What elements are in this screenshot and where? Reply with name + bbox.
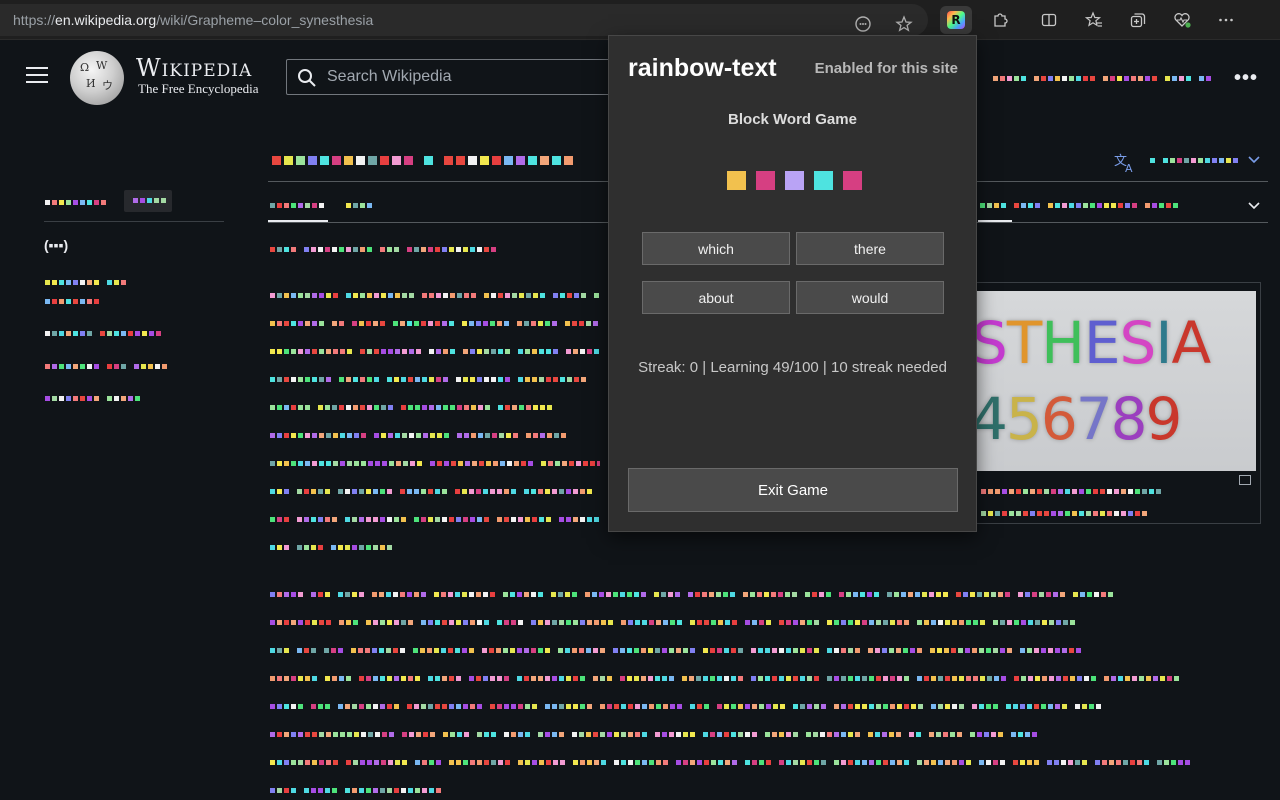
paragraph-line: [270, 785, 443, 797]
browser-toolbar: https://en.wikipedia.org/wiki/Grapheme–c…: [0, 0, 1280, 40]
choice-button-4[interactable]: would: [796, 281, 944, 314]
enlarge-image-icon[interactable]: [1239, 475, 1251, 485]
site-status-label[interactable]: Enabled for this site: [815, 60, 958, 77]
toc-item[interactable]: [45, 328, 163, 340]
paragraph-line: [270, 542, 394, 554]
paragraph-line: [270, 430, 568, 442]
search-icon: [298, 69, 316, 87]
choice-button-1[interactable]: which: [642, 232, 790, 265]
choice-button-2[interactable]: there: [796, 232, 944, 265]
paragraph-line: [270, 374, 588, 386]
toc-item-top[interactable]: (▪▪▪): [44, 237, 68, 253]
site-info-icon[interactable]: [851, 12, 875, 36]
language-translate-icon[interactable]: 文A: [1114, 151, 1138, 173]
url-host: en.wikipedia.org: [55, 12, 157, 28]
languages-button[interactable]: [1150, 155, 1240, 167]
paragraph-line: [270, 346, 600, 358]
toc-item[interactable]: [45, 296, 101, 308]
color-block-letter: [814, 171, 833, 190]
paragraph-line: [270, 318, 600, 330]
paragraph-line: [270, 757, 1192, 769]
paragraph-line: [270, 729, 1039, 741]
paragraph-line: [270, 673, 1181, 685]
browser-essentials-icon[interactable]: [1170, 8, 1194, 32]
toc-heading: [45, 197, 108, 209]
tab-talk[interactable]: [346, 200, 374, 212]
paragraph-line: [270, 486, 594, 498]
rainbow-text-extension-icon[interactable]: R: [940, 6, 972, 34]
color-block-letter: [727, 171, 746, 190]
header-user-links[interactable]: [993, 73, 1213, 85]
infobox-image-letters: STHESIA: [977, 309, 1211, 377]
page-title: [272, 155, 576, 167]
color-block-letter: [843, 171, 862, 190]
toc-hide-button[interactable]: [124, 190, 172, 212]
menu-more-icon[interactable]: [1214, 8, 1238, 32]
toc-item[interactable]: [45, 277, 128, 289]
url-path: /wiki/Grapheme–color_synesthesia: [156, 12, 374, 28]
paragraph-line: [270, 589, 1115, 601]
wikipedia-wordmark[interactable]: Wikipedia: [136, 54, 252, 82]
search-input[interactable]: [327, 67, 607, 87]
paragraph-line: [270, 244, 498, 256]
search-box[interactable]: [286, 59, 616, 95]
infobox: STHESIA 456789: [976, 282, 1261, 524]
color-block-letter: [785, 171, 804, 190]
color-block-word: [727, 171, 862, 190]
extension-title: rainbow-text: [628, 54, 777, 82]
toc-divider: [44, 221, 224, 222]
wikipedia-globe-logo[interactable]: ΩWИウ: [70, 51, 124, 105]
svg-text:A: A: [1125, 162, 1133, 173]
favorite-star-icon[interactable]: [892, 12, 916, 36]
game-stats: Streak: 0 | Learning 49/100 | 10 streak …: [638, 359, 947, 376]
paragraph-line: [270, 290, 600, 302]
toc-item[interactable]: [45, 361, 169, 373]
main-menu-icon[interactable]: [26, 67, 48, 85]
extensions-puzzle-icon[interactable]: [988, 8, 1012, 32]
paragraph-line: [270, 514, 600, 526]
user-menu-more-icon[interactable]: •••: [1234, 67, 1258, 90]
favorites-icon[interactable]: [1082, 8, 1106, 32]
color-block-letter: [756, 171, 775, 190]
infobox-caption: [981, 486, 1163, 498]
toc-item[interactable]: [45, 393, 142, 405]
url-text[interactable]: https://en.wikipedia.org/wiki/Grapheme–c…: [13, 12, 373, 28]
wikipedia-tagline: The Free Encyclopedia: [138, 81, 259, 96]
game-title: Block Word Game: [728, 111, 857, 128]
tab-actions[interactable]: [980, 200, 1180, 212]
collections-icon[interactable]: [1126, 8, 1150, 32]
exit-game-button[interactable]: Exit Game: [628, 468, 958, 512]
paragraph-line: [270, 645, 1083, 657]
rainbow-text-popup: rainbow-text Enabled for this site Block…: [608, 35, 977, 532]
infobox-caption-line2: [981, 508, 1149, 520]
split-screen-icon[interactable]: [1037, 8, 1061, 32]
paragraph-line: [270, 701, 1103, 713]
paragraph-line: [270, 402, 554, 414]
paragraph-line: [270, 617, 1077, 629]
tools-chevron-down-icon[interactable]: [1248, 202, 1260, 210]
choice-button-3[interactable]: about: [642, 281, 790, 314]
infobox-image[interactable]: STHESIA 456789: [977, 291, 1256, 471]
paragraph-line: [270, 458, 600, 470]
url-scheme: https://: [13, 12, 56, 28]
infobox-image-digits: 456789: [977, 385, 1182, 453]
chevron-down-icon[interactable]: [1248, 156, 1260, 164]
tab-article[interactable]: [270, 200, 326, 212]
address-bar[interactable]: https://en.wikipedia.org/wiki/Grapheme–c…: [0, 4, 928, 36]
